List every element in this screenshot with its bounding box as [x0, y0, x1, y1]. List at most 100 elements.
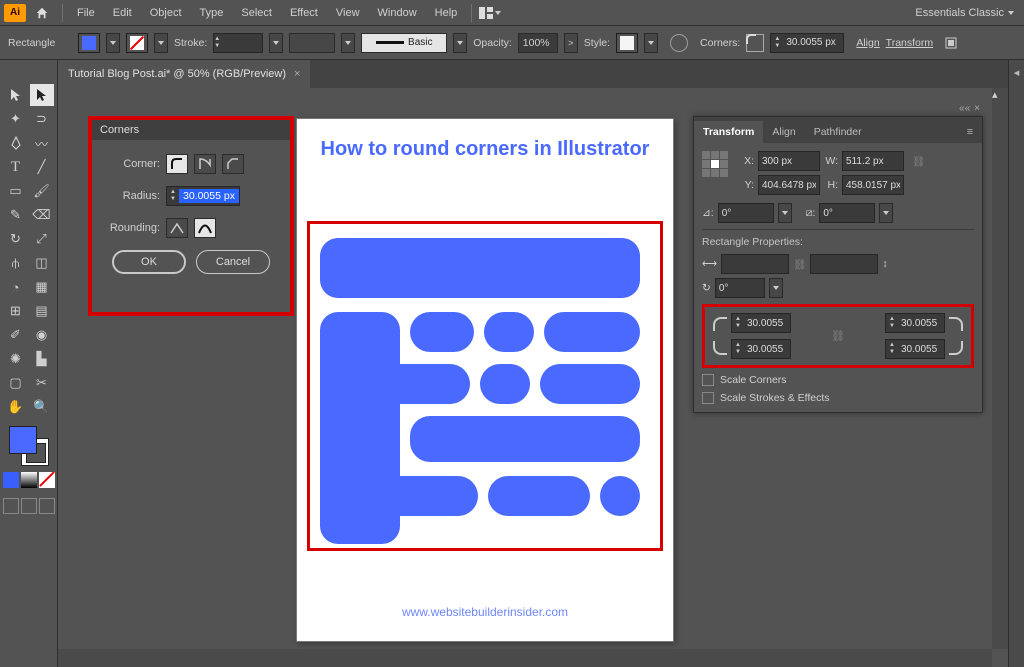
brush-definition[interactable]: Basic — [361, 33, 447, 53]
rounded-rect[interactable] — [488, 476, 590, 516]
fill-dropdown[interactable] — [106, 33, 120, 53]
isolate-icon[interactable] — [939, 32, 963, 54]
corner-type-icon[interactable] — [746, 34, 764, 52]
corner-bl-icon[interactable] — [711, 341, 727, 357]
menu-object[interactable]: Object — [142, 3, 190, 23]
line-tool[interactable]: ╱ — [30, 156, 54, 178]
link-corners-icon[interactable]: ⛓ — [831, 330, 845, 343]
x-field[interactable] — [758, 151, 820, 171]
scale-corners-checkbox[interactable]: Scale Corners — [702, 374, 974, 386]
menu-select[interactable]: Select — [233, 3, 280, 23]
menu-help[interactable]: Help — [427, 3, 466, 23]
rounded-rect[interactable] — [410, 416, 640, 462]
free-transform-tool[interactable]: ◫ — [30, 252, 54, 274]
home-icon[interactable] — [32, 3, 52, 23]
gradient-tool[interactable]: ▤ — [30, 300, 54, 322]
lasso-tool[interactable]: ⊃ — [30, 108, 54, 130]
radius-field[interactable]: ▲▼ 30.0055 px — [166, 186, 240, 206]
menu-window[interactable]: Window — [370, 3, 425, 23]
symbol-sprayer-tool[interactable]: ✺ — [4, 348, 28, 370]
brush-dropdown[interactable] — [453, 33, 467, 53]
shear-dropdown[interactable] — [879, 203, 893, 223]
style-dropdown[interactable] — [644, 33, 658, 53]
menu-file[interactable]: File — [69, 3, 103, 23]
rounded-rect[interactable] — [320, 238, 640, 298]
shape-builder-tool[interactable]: ◔ — [4, 276, 28, 298]
corner-round-button[interactable] — [166, 154, 188, 174]
vertical-scrollbar[interactable]: ▴ — [992, 88, 1008, 649]
rect-rotate-field[interactable] — [715, 278, 765, 298]
selection-tool[interactable] — [4, 84, 28, 106]
opacity-dropdown[interactable]: > — [564, 33, 578, 53]
document-tab[interactable]: Tutorial Blog Post.ai* @ 50% (RGB/Previe… — [58, 60, 310, 88]
magic-wand-tool[interactable]: ✦ — [4, 108, 28, 130]
panel-collapse-close[interactable]: ««× — [959, 103, 980, 114]
rounded-rect[interactable] — [480, 364, 530, 404]
link-wh-icon[interactable]: ⛓ — [912, 155, 925, 168]
reference-point-grid[interactable] — [702, 151, 728, 177]
scale-tool[interactable]: ⤢ — [30, 228, 54, 250]
graphic-style-swatch[interactable] — [616, 33, 638, 53]
menu-effect[interactable]: Effect — [282, 3, 326, 23]
variable-width-profile[interactable] — [289, 33, 335, 53]
align-link[interactable]: Align — [856, 37, 879, 49]
close-icon[interactable]: × — [294, 68, 300, 80]
stroke-swatch[interactable] — [126, 33, 148, 53]
rounded-rect[interactable] — [374, 364, 470, 404]
paintbrush-tool[interactable]: 🖌 — [30, 180, 54, 202]
opacity-field[interactable] — [518, 33, 558, 53]
rounded-rect[interactable] — [600, 476, 640, 516]
horizontal-scrollbar[interactable] — [58, 649, 992, 667]
canvas[interactable]: How to round corners in Illustrator www.… — [58, 88, 992, 649]
tab-align[interactable]: Align — [763, 121, 804, 143]
hand-tool[interactable]: ✋ — [4, 396, 28, 418]
rect-height-field[interactable] — [810, 254, 878, 274]
color-mode-row[interactable] — [3, 472, 55, 488]
blend-tool[interactable]: ◉ — [30, 324, 54, 346]
corner-inverted-button[interactable] — [194, 154, 216, 174]
corner-tr-icon[interactable] — [949, 315, 965, 331]
rect-width-field[interactable] — [721, 254, 789, 274]
w-field[interactable] — [842, 151, 904, 171]
eraser-tool[interactable]: ⌫ — [30, 204, 54, 226]
artboard-tool[interactable]: ▢ — [4, 372, 28, 394]
rounded-rect[interactable] — [484, 312, 534, 352]
rectangle-tool[interactable]: ▭ — [4, 180, 28, 202]
stroke-weight-dropdown[interactable] — [269, 33, 283, 53]
cancel-button[interactable]: Cancel — [196, 250, 270, 274]
rect-rotate-dropdown[interactable] — [769, 278, 783, 298]
slice-tool[interactable]: ✂ — [30, 372, 54, 394]
right-panel-rail[interactable]: ◂ — [1008, 60, 1024, 667]
corner-br-field[interactable]: ▲▼ — [885, 339, 945, 359]
shear-field[interactable] — [819, 203, 875, 223]
mesh-tool[interactable]: ⊞ — [4, 300, 28, 322]
type-tool[interactable]: T — [4, 156, 28, 178]
scale-strokes-checkbox[interactable]: Scale Strokes & Effects — [702, 392, 974, 404]
transform-link[interactable]: Transform — [886, 37, 933, 49]
width-tool[interactable]: ⫛ — [4, 252, 28, 274]
rotate-dropdown[interactable] — [778, 203, 792, 223]
corner-bl-field[interactable]: ▲▼ — [731, 339, 791, 359]
h-field[interactable] — [842, 175, 904, 195]
corner-tl-icon[interactable] — [711, 315, 727, 331]
rounding-absolute-button[interactable] — [166, 218, 188, 238]
corner-tl-field[interactable]: ▲▼ — [731, 313, 791, 333]
stroke-weight-field[interactable]: ▲▼ — [213, 33, 263, 53]
corner-chamfer-button[interactable] — [222, 154, 244, 174]
menu-type[interactable]: Type — [192, 3, 232, 23]
fill-stroke-control[interactable] — [9, 426, 49, 466]
column-graph-tool[interactable]: ▙ — [30, 348, 54, 370]
panel-menu-icon[interactable]: ≡ — [958, 121, 982, 143]
menu-view[interactable]: View — [328, 3, 368, 23]
corner-radius-field[interactable]: ▲▼ — [770, 33, 844, 53]
workspace-switcher[interactable]: Essentials Classic — [909, 5, 1020, 21]
ok-button[interactable]: OK — [112, 250, 186, 274]
eyedropper-tool[interactable]: ✐ — [4, 324, 28, 346]
recolor-artwork-icon[interactable] — [670, 34, 688, 52]
perspective-grid-tool[interactable]: ▦ — [30, 276, 54, 298]
tab-pathfinder[interactable]: Pathfinder — [805, 121, 871, 143]
rotate-field[interactable] — [718, 203, 774, 223]
pen-tool[interactable] — [4, 132, 28, 154]
draw-mode-row[interactable] — [3, 498, 55, 514]
corner-br-icon[interactable] — [949, 341, 965, 357]
